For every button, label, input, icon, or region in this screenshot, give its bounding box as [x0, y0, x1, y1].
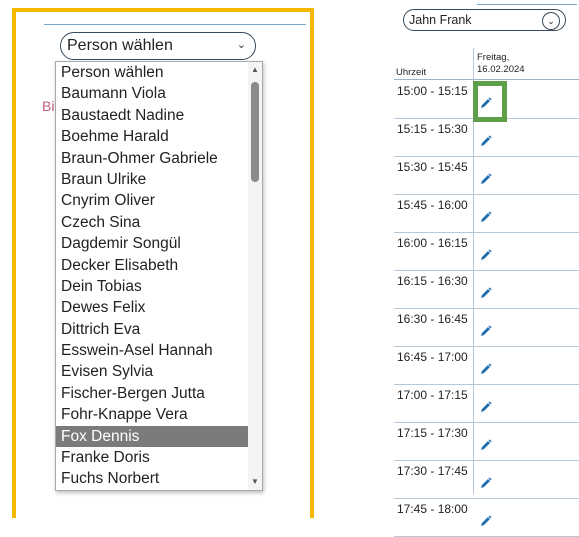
panel-top-divider: [44, 24, 306, 25]
dropdown-option[interactable]: Fuchs Norbert: [56, 468, 248, 489]
slot-time: 16:30 - 16:45: [397, 312, 468, 326]
slot-time: 16:45 - 17:00: [397, 350, 468, 364]
pencil-icon[interactable]: [479, 324, 493, 338]
dropdown-option[interactable]: Person wählen: [56, 62, 248, 83]
slot-time: 15:15 - 15:30: [397, 122, 468, 136]
time-slot-row: 16:15 - 16:30: [394, 270, 579, 309]
dropdown-option[interactable]: Baumann Viola: [56, 83, 248, 104]
time-slot-row: 17:30 - 17:45: [394, 460, 579, 499]
slot-time: 17:00 - 17:15: [397, 388, 468, 402]
time-slot-row: 16:45 - 17:00: [394, 346, 579, 385]
chevron-down-icon: ⌄: [542, 12, 560, 30]
person-dropdown-list[interactable]: Person wählen Baumann Viola Baustaedt Nadi…: [55, 61, 263, 491]
time-slot-row: 15:30 - 15:45: [394, 156, 579, 195]
slot-time: 17:45 - 18:00: [397, 502, 468, 516]
person-options: Person wählen Baumann Viola Baustaedt Nadi…: [56, 62, 262, 490]
scrollbar-thumb[interactable]: [251, 82, 259, 182]
pencil-icon[interactable]: [479, 286, 493, 300]
pencil-icon[interactable]: [479, 400, 493, 414]
dropdown-option[interactable]: Fischer-Bergen Jutta: [56, 383, 248, 404]
time-slot-row: 15:45 - 16:00: [394, 194, 579, 233]
time-slot-row: 17:45 - 18:00: [394, 498, 579, 537]
dropdown-option[interactable]: Franke Doris: [56, 447, 248, 468]
time-slot-row: 17:15 - 17:30: [394, 422, 579, 461]
dropdown-option[interactable]: Boehme Harald: [56, 126, 248, 147]
slot-time: 15:45 - 16:00: [397, 198, 468, 212]
slot-time: 15:00 - 15:15: [397, 84, 468, 98]
scroll-down-arrow-icon[interactable]: ▼: [248, 476, 262, 488]
slot-time: 16:00 - 16:15: [397, 236, 468, 250]
time-column-header: Uhrzeit: [396, 67, 427, 78]
slot-time: 16:15 - 16:30: [397, 274, 468, 288]
time-slot-row: 16:00 - 16:15: [394, 232, 579, 271]
dropdown-scrollbar[interactable]: ▲ ▼: [248, 62, 262, 490]
pencil-icon[interactable]: [479, 210, 493, 224]
dropdown-option[interactable]: Evisen Sylvia: [56, 361, 248, 382]
highlight-box: [473, 81, 507, 122]
chevron-down-icon: ⌄: [236, 39, 246, 51]
dropdown-option[interactable]: Dagdemir Songül: [56, 233, 248, 254]
pencil-icon[interactable]: [479, 438, 493, 452]
dropdown-option[interactable]: Czech Sina: [56, 212, 248, 233]
right-top-divider: [477, 4, 577, 5]
dropdown-option[interactable]: Baustaedt Nadine: [56, 105, 248, 126]
scroll-up-arrow-icon[interactable]: ▲: [248, 64, 262, 76]
time-slot-row: 15:15 - 15:30: [394, 118, 579, 157]
slot-time: 17:15 - 17:30: [397, 426, 468, 440]
dropdown-option[interactable]: Dein Tobias: [56, 276, 248, 297]
dropdown-option[interactable]: Braun-Ohmer Gabriele: [56, 148, 248, 169]
slot-time: 17:30 - 17:45: [397, 464, 468, 478]
dropdown-option[interactable]: Decker Elisabeth: [56, 255, 248, 276]
pencil-icon[interactable]: [479, 514, 493, 528]
dropdown-option[interactable]: Dittrich Eva: [56, 319, 248, 340]
person-select-value: Person wählen: [67, 37, 173, 54]
person-select[interactable]: Person wählen ⌄: [60, 32, 256, 60]
pencil-icon[interactable]: [479, 172, 493, 186]
dropdown-option[interactable]: Dewes Felix: [56, 297, 248, 318]
pencil-icon[interactable]: [479, 362, 493, 376]
teacher-select-value: Jahn Frank: [409, 13, 472, 27]
dropdown-option[interactable]: Cnyrim Oliver: [56, 190, 248, 211]
day-date: 16.02.2024: [477, 64, 525, 75]
slot-time: 15:30 - 15:45: [397, 160, 468, 174]
dropdown-option[interactable]: Fohr-Knappe Vera: [56, 404, 248, 425]
dropdown-option[interactable]: Braun Ulrike: [56, 169, 248, 190]
pencil-icon[interactable]: [479, 134, 493, 148]
time-slot-row: 16:30 - 16:45: [394, 308, 579, 347]
teacher-select[interactable]: Jahn Frank ⌄: [403, 9, 566, 31]
day-column-header: Freitag, 16.02.2024: [477, 52, 525, 76]
pencil-icon[interactable]: [479, 248, 493, 262]
day-name: Freitag,: [477, 52, 510, 63]
dropdown-option[interactable]: Esswein-Asel Hannah: [56, 340, 248, 361]
time-slot-row: 17:00 - 17:15: [394, 384, 579, 423]
dropdown-option[interactable]: Fox Dennis: [56, 425, 248, 448]
pencil-icon[interactable]: [479, 476, 493, 490]
